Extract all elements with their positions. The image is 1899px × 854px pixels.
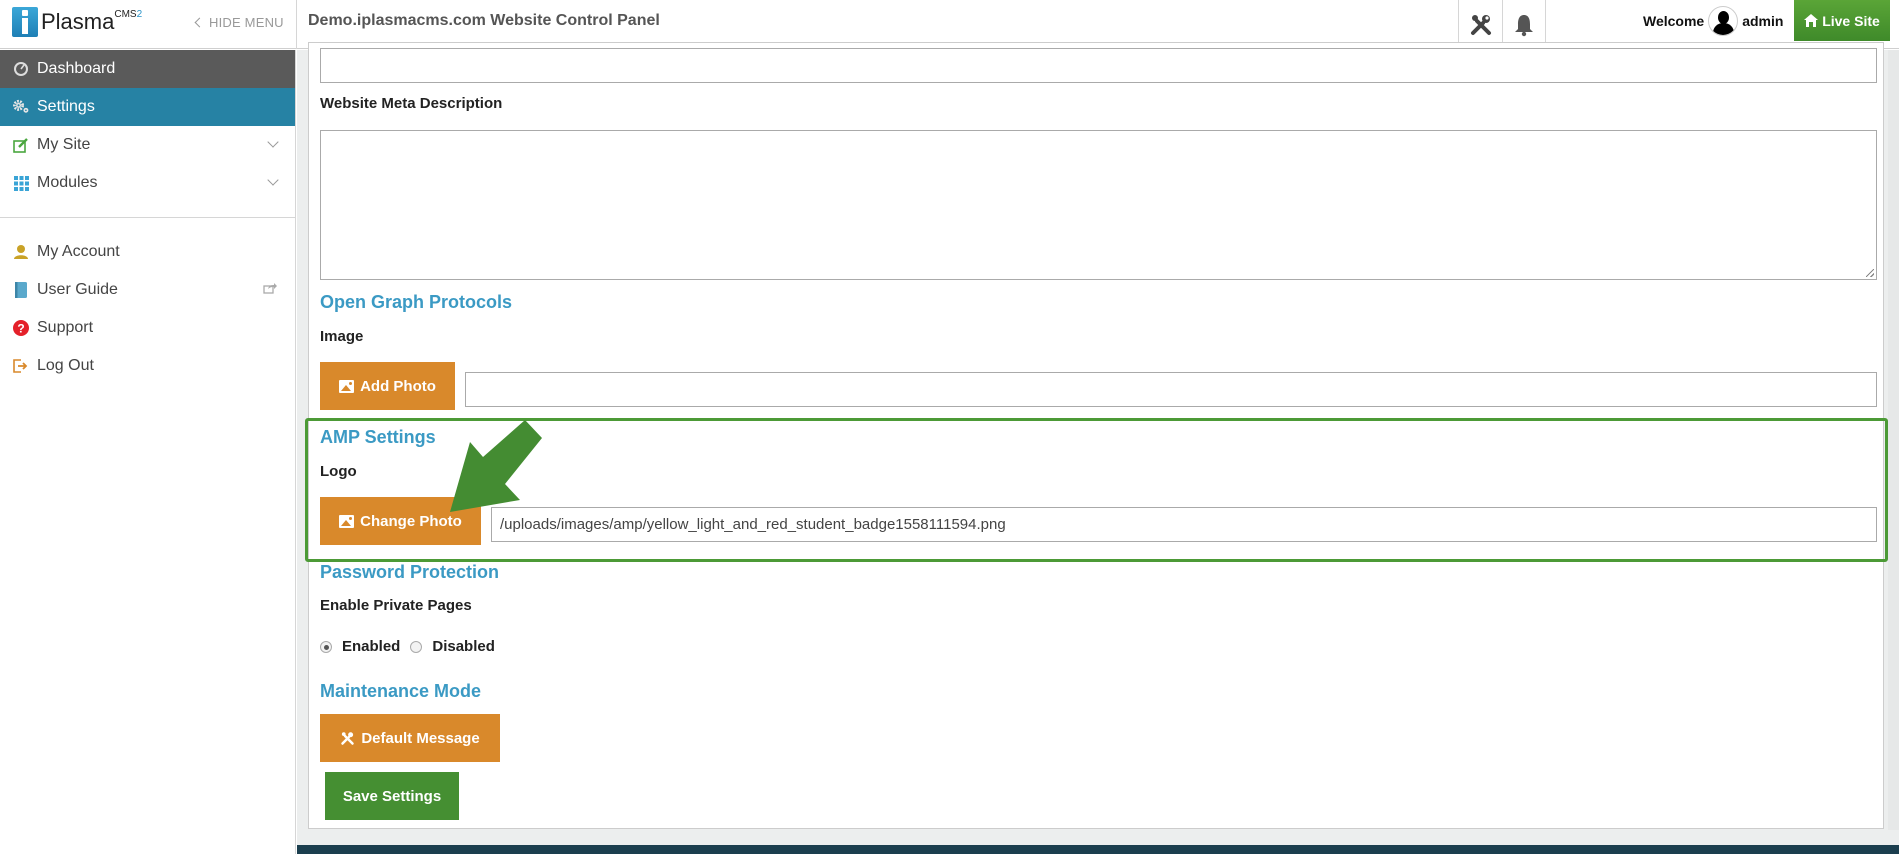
sidebar-item-label: Support — [37, 319, 94, 336]
sidebar-item-label: Modules — [37, 174, 98, 191]
default-message-button[interactable]: Default Message — [320, 714, 500, 762]
sidebar-item-user-guide[interactable]: User Guide — [0, 271, 295, 309]
username: admin — [1742, 13, 1784, 29]
question-icon: ? — [12, 319, 30, 337]
chevron-left-icon — [194, 17, 205, 28]
header-divider — [296, 0, 297, 49]
radio-disabled-input[interactable] — [410, 640, 423, 653]
welcome-label: Welcome — [1643, 13, 1705, 29]
live-site-button[interactable]: Live Site — [1794, 0, 1890, 41]
save-settings-button[interactable]: Save Settings — [325, 772, 459, 820]
sidebar-item-modules[interactable]: Modules — [0, 164, 295, 202]
user-menu[interactable]: Welcome admin — [1643, 0, 1783, 42]
sidebar: Dashboard Settings My Site Modules My Ac… — [0, 50, 296, 854]
meta-description-label: Website Meta Description — [320, 95, 503, 112]
page-title: Demo.iplasmacms.com Website Control Pane… — [308, 12, 660, 29]
live-site-label: Live Site — [1822, 12, 1880, 29]
sidebar-item-label: User Guide — [37, 281, 118, 298]
footer-bar — [297, 845, 1899, 854]
home-icon — [1804, 14, 1819, 27]
tools-icon — [341, 731, 355, 745]
sidebar-item-label: Dashboard — [37, 60, 116, 77]
sidebar-item-label: Log Out — [37, 357, 94, 374]
sidebar-item-my-account[interactable]: My Account — [0, 233, 295, 271]
brand-i-icon — [12, 7, 38, 37]
sidebar-item-label: Settings — [37, 98, 95, 115]
tools-icon — [1470, 14, 1491, 35]
resize-handle[interactable] — [1866, 269, 1874, 277]
sidebar-item-dashboard[interactable]: Dashboard — [0, 50, 295, 88]
private-pages-label: Enable Private Pages — [320, 597, 472, 614]
private-pages-radio-group: Enabled Disabled — [320, 638, 505, 655]
dashboard-icon — [12, 60, 30, 78]
book-icon — [12, 281, 30, 299]
hide-menu-label: HIDE MENU — [209, 15, 284, 30]
og-image-label: Image — [320, 328, 364, 345]
sidebar-item-settings[interactable]: Settings — [0, 88, 295, 126]
edit-icon — [12, 136, 30, 154]
svg-text:?: ? — [17, 322, 24, 336]
image-icon — [339, 379, 355, 393]
amp-logo-path-input[interactable]: /uploads/images/amp/yellow_light_and_red… — [491, 507, 1877, 542]
sidebar-item-support[interactable]: ? Support — [0, 309, 295, 347]
bell-icon — [1515, 14, 1533, 36]
sidebar-item-log-out[interactable]: Log Out — [0, 347, 295, 385]
sidebar-item-label: My Account — [37, 243, 120, 260]
password-protection-title: Password Protection — [320, 562, 500, 582]
chevron-down-icon — [267, 174, 279, 186]
radio-enabled-input[interactable] — [320, 640, 332, 653]
sidebar-item-my-site[interactable]: My Site — [0, 126, 295, 164]
brand-logo[interactable]: Plasma CMS2 — [12, 7, 142, 37]
open-graph-title: Open Graph Protocols — [320, 292, 513, 312]
maintenance-mode-title: Maintenance Mode — [320, 681, 482, 701]
hide-menu-button[interactable]: HIDE MENU — [194, 15, 284, 30]
sidebar-item-label: My Site — [37, 136, 91, 153]
meta-description-textarea[interactable] — [320, 130, 1877, 280]
chevron-down-icon — [267, 136, 279, 148]
sidebar-divider — [0, 217, 295, 218]
image-icon — [339, 514, 355, 528]
green-arrow-annotation — [450, 420, 542, 512]
avatar — [1708, 6, 1739, 36]
amp-logo-label: Logo — [320, 463, 357, 480]
radio-disabled[interactable]: Disabled — [410, 638, 495, 655]
user-icon — [12, 243, 30, 261]
brand-name: Plasma — [41, 9, 115, 34]
scrollbar[interactable] — [1888, 50, 1899, 830]
gears-icon — [12, 98, 30, 116]
brand-sup: CMS2 — [114, 8, 143, 20]
radio-enabled[interactable]: Enabled — [320, 638, 400, 655]
add-photo-button[interactable]: Add Photo — [320, 362, 455, 410]
top-text-input[interactable] — [320, 48, 1877, 83]
logout-icon — [12, 357, 30, 375]
og-image-path-input[interactable] — [465, 372, 1877, 407]
amp-settings-title: AMP Settings — [320, 427, 436, 447]
external-link-icon — [263, 281, 277, 299]
grid-icon — [12, 174, 30, 192]
